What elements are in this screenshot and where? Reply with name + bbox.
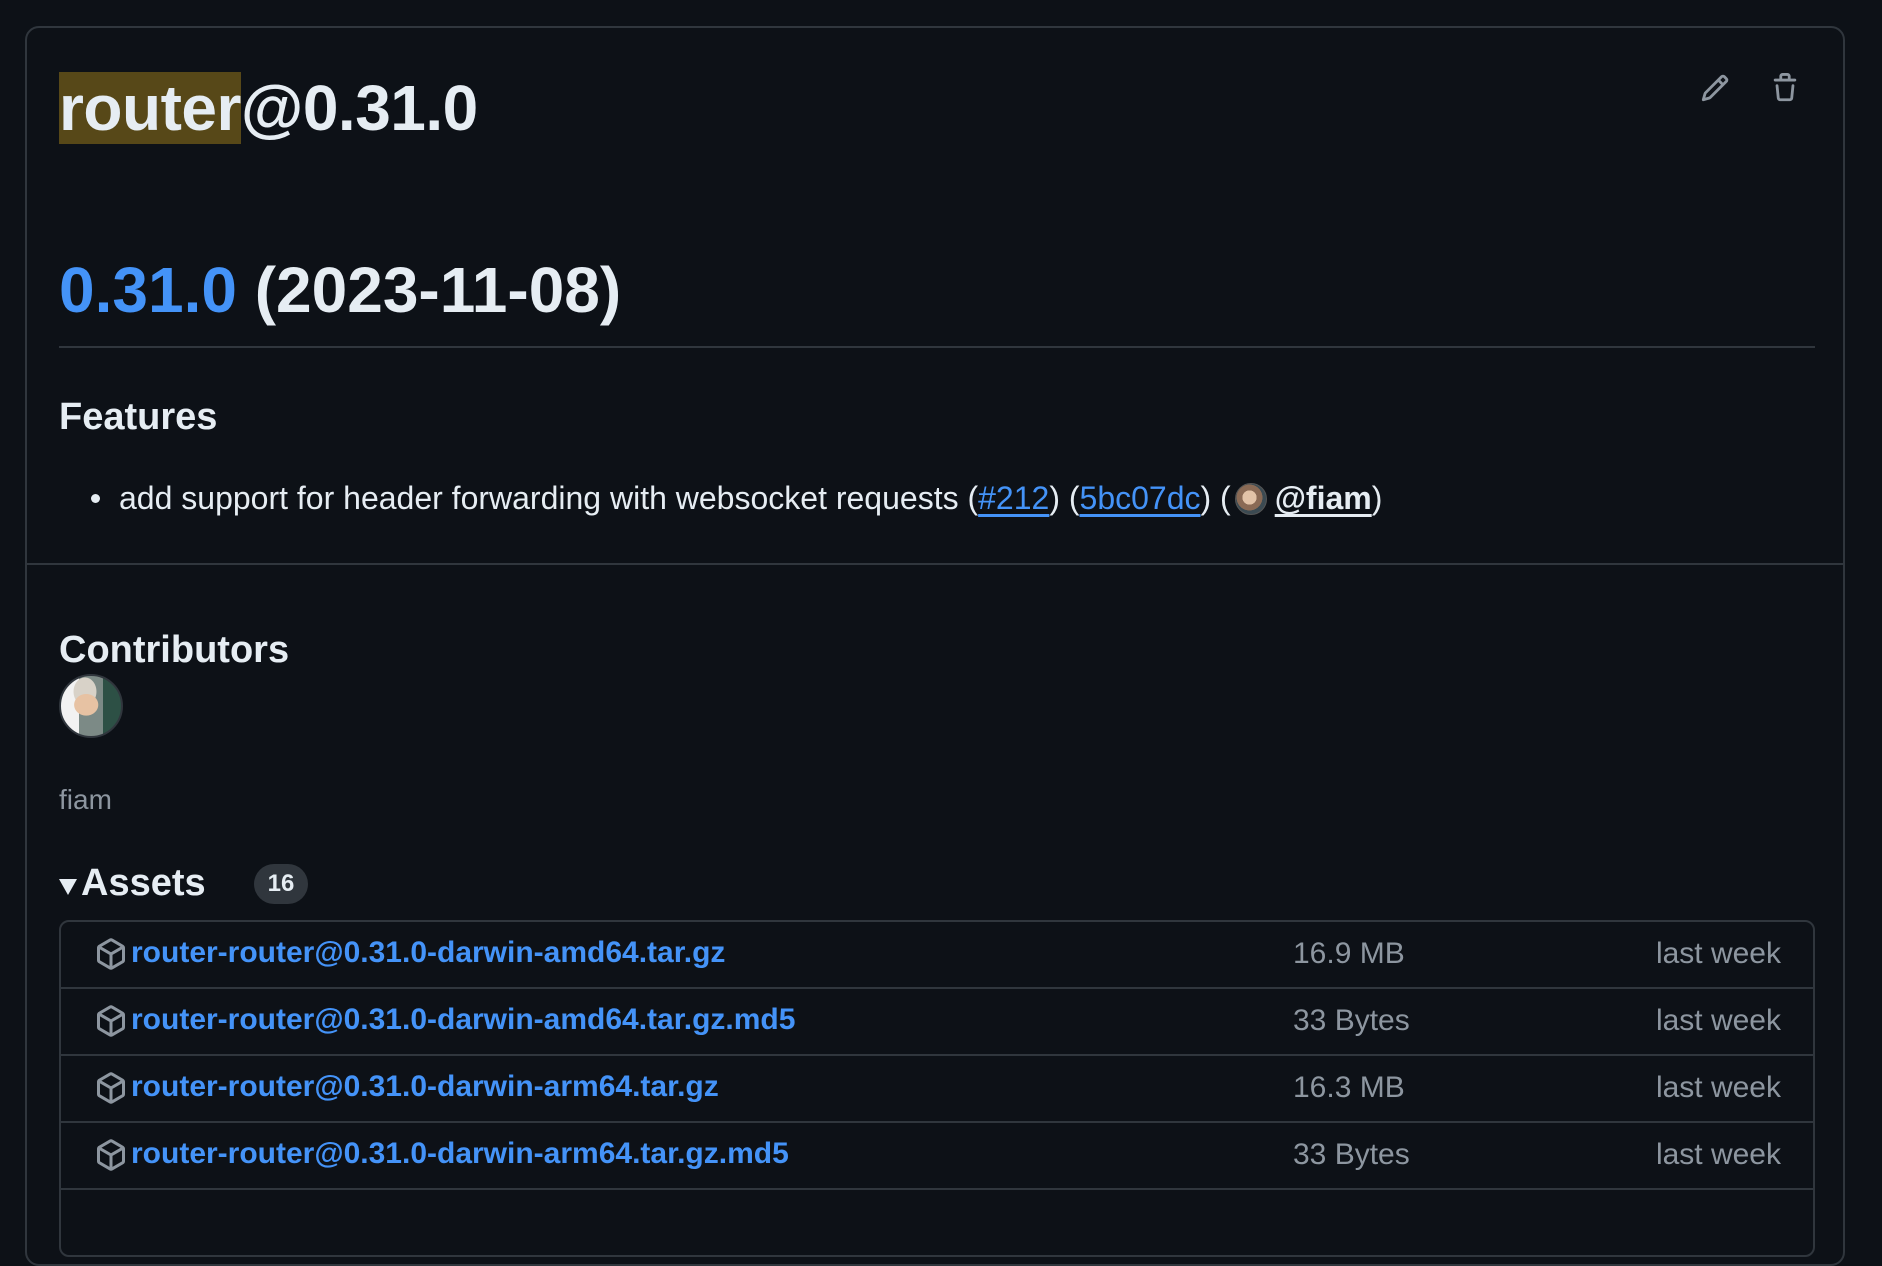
trash-icon [1773, 73, 1797, 102]
changelog-version-heading: 0.31.0 (2023-11-08) [59, 250, 621, 330]
release-actions [1695, 68, 1805, 108]
pull-request-link[interactable]: #212 [978, 480, 1049, 517]
feature-list-item: add support for header forwarding with w… [91, 480, 1382, 517]
caret-down-icon [59, 878, 77, 895]
release-card: router@0.31.0 0.31.0 (2023-11-08) Featur… [25, 26, 1845, 1266]
package-icon [97, 1072, 125, 1104]
search-highlight: router [59, 72, 241, 144]
delete-release-button[interactable] [1765, 68, 1805, 108]
asset-row: router-router@0.31.0-darwin-amd64.tar.gz… [61, 922, 1813, 987]
section-divider [27, 563, 1843, 565]
asset-date: last week [1655, 1138, 1781, 1171]
feature-end: ) [1371, 480, 1383, 516]
commit-link[interactable]: 5bc07dc [1080, 480, 1201, 517]
assets-count-badge: 16 [253, 863, 309, 904]
asset-row: router-router@0.31.0-darwin-arm64.tar.gz… [61, 1054, 1813, 1121]
release-title-version: @0.31.0 [240, 72, 478, 144]
feature-separator: ) ( [1049, 480, 1080, 516]
contributors-heading: Contributors [59, 629, 290, 671]
user-avatar-small [1234, 482, 1267, 515]
package-icon [97, 938, 125, 970]
asset-size: 33 Bytes [1293, 1138, 1410, 1171]
asset-size: 33 Bytes [1293, 1004, 1410, 1037]
edit-release-button[interactable] [1695, 68, 1735, 108]
asset-size: 16.3 MB [1293, 1071, 1405, 1104]
list-bullet [91, 494, 100, 503]
contributor-avatar[interactable] [59, 674, 123, 738]
asset-download-link[interactable]: router-router@0.31.0-darwin-arm64.tar.gz [131, 1070, 719, 1104]
asset-download-link[interactable]: router-router@0.31.0-darwin-amd64.tar.gz [131, 936, 725, 970]
user-mention-link[interactable]: @fiam [1275, 480, 1372, 517]
asset-row: router-router@0.31.0-darwin-amd64.tar.gz… [61, 987, 1813, 1054]
package-icon [97, 1139, 125, 1171]
feature-separator: ) ( [1200, 480, 1231, 516]
asset-row-partial [61, 1188, 1813, 1255]
release-title: router@0.31.0 [59, 68, 478, 148]
version-compare-link[interactable]: 0.31.0 [59, 254, 237, 326]
package-icon [97, 1005, 125, 1037]
contributor-name[interactable]: fiam [59, 784, 112, 816]
asset-date: last week [1655, 1004, 1781, 1037]
pencil-icon [1701, 74, 1729, 102]
asset-download-link[interactable]: router-router@0.31.0-darwin-arm64.tar.gz… [131, 1137, 789, 1171]
features-heading: Features [59, 396, 218, 438]
asset-date: last week [1655, 937, 1781, 970]
feature-text: add support for header forwarding with w… [119, 480, 979, 516]
assets-label: Assets [81, 862, 206, 904]
assets-list: router-router@0.31.0-darwin-amd64.tar.gz… [59, 920, 1815, 1257]
asset-size: 16.9 MB [1293, 937, 1405, 970]
asset-row: router-router@0.31.0-darwin-arm64.tar.gz… [61, 1121, 1813, 1188]
heading-rule [59, 346, 1815, 348]
version-date: (2023-11-08) [236, 254, 622, 326]
asset-date: last week [1655, 1071, 1781, 1104]
assets-toggle[interactable]: Assets 16 [59, 862, 309, 905]
asset-download-link[interactable]: router-router@0.31.0-darwin-amd64.tar.gz… [131, 1003, 795, 1037]
